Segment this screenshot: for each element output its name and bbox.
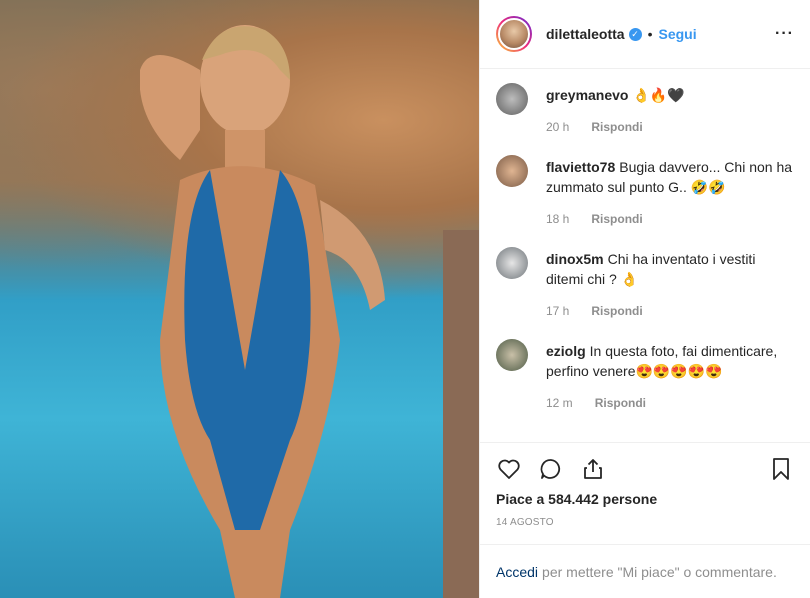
post-date: 14 AGOSTO [496,517,554,528]
comment-item: eziolg In questa foto, fai dimenticare, p… [496,339,794,431]
photo-woman-figure [140,25,385,598]
login-prompt-text: per mettere "Mi piace" o commentare. [542,563,777,580]
verified-badge-icon: ✓ [628,27,642,41]
heart-icon[interactable] [496,456,522,482]
header-separator: • [647,26,653,42]
more-options-icon[interactable]: ··· [775,25,794,43]
post-actions: Piace a 584.442 persone 14 AGOSTO [480,442,810,544]
reply-button[interactable]: Rispondi [595,396,646,410]
comment-username[interactable]: greymanevo [546,87,628,103]
comment-item: dinox5m Chi ha inventato i vestiti ditemi… [496,247,794,339]
comment-time: 12 m [546,396,573,410]
comment-username[interactable]: dinox5m [546,251,604,267]
post-side-panel: dilettaleotta ✓ • Segui ··· greymanevo 👌🔥… [479,0,810,598]
comment-avatar[interactable] [496,339,528,371]
comment-item: flavietto78 Bugia davvero... Chi non ha z… [496,155,794,247]
follow-button[interactable]: Segui [658,26,696,42]
comment-avatar[interactable] [496,83,528,115]
share-icon[interactable] [580,456,606,482]
action-icons-row [496,443,794,495]
comment-icon[interactable] [538,456,564,482]
comment-time: 17 h [546,304,570,318]
comment-avatar[interactable] [496,247,528,279]
comment-time: 18 h [546,212,570,226]
photo-side-arm [443,230,479,598]
comment-item: greymanevo 👌🔥🖤 20 h Rispondi [496,83,794,155]
comment-username[interactable]: flavietto78 [546,159,615,175]
comment-time: 20 h [546,120,570,134]
bookmark-icon[interactable] [768,456,794,482]
comments-list[interactable]: greymanevo 👌🔥🖤 20 h Rispondi flavietto78 Bu… [480,69,810,442]
reply-button[interactable]: Rispondi [591,304,642,318]
login-link[interactable]: Accedi [496,564,538,580]
reply-button[interactable]: Rispondi [591,212,642,226]
reply-button[interactable]: Rispondi [591,120,642,134]
likes-count[interactable]: Piace a 584.442 persone [496,491,794,507]
author-avatar[interactable] [496,16,532,52]
comment-username[interactable]: eziolg [546,343,586,359]
author-username[interactable]: dilettaleotta [546,26,625,42]
post-header: dilettaleotta ✓ • Segui ··· [480,0,810,69]
login-prompt: Accedi per mettere "Mi piace" o commenta… [480,544,810,598]
instagram-post: dilettaleotta ✓ • Segui ··· greymanevo 👌🔥… [0,0,810,598]
comment-avatar[interactable] [496,155,528,187]
comment-text: 👌🔥🖤 [632,87,685,103]
post-photo[interactable] [0,0,479,598]
